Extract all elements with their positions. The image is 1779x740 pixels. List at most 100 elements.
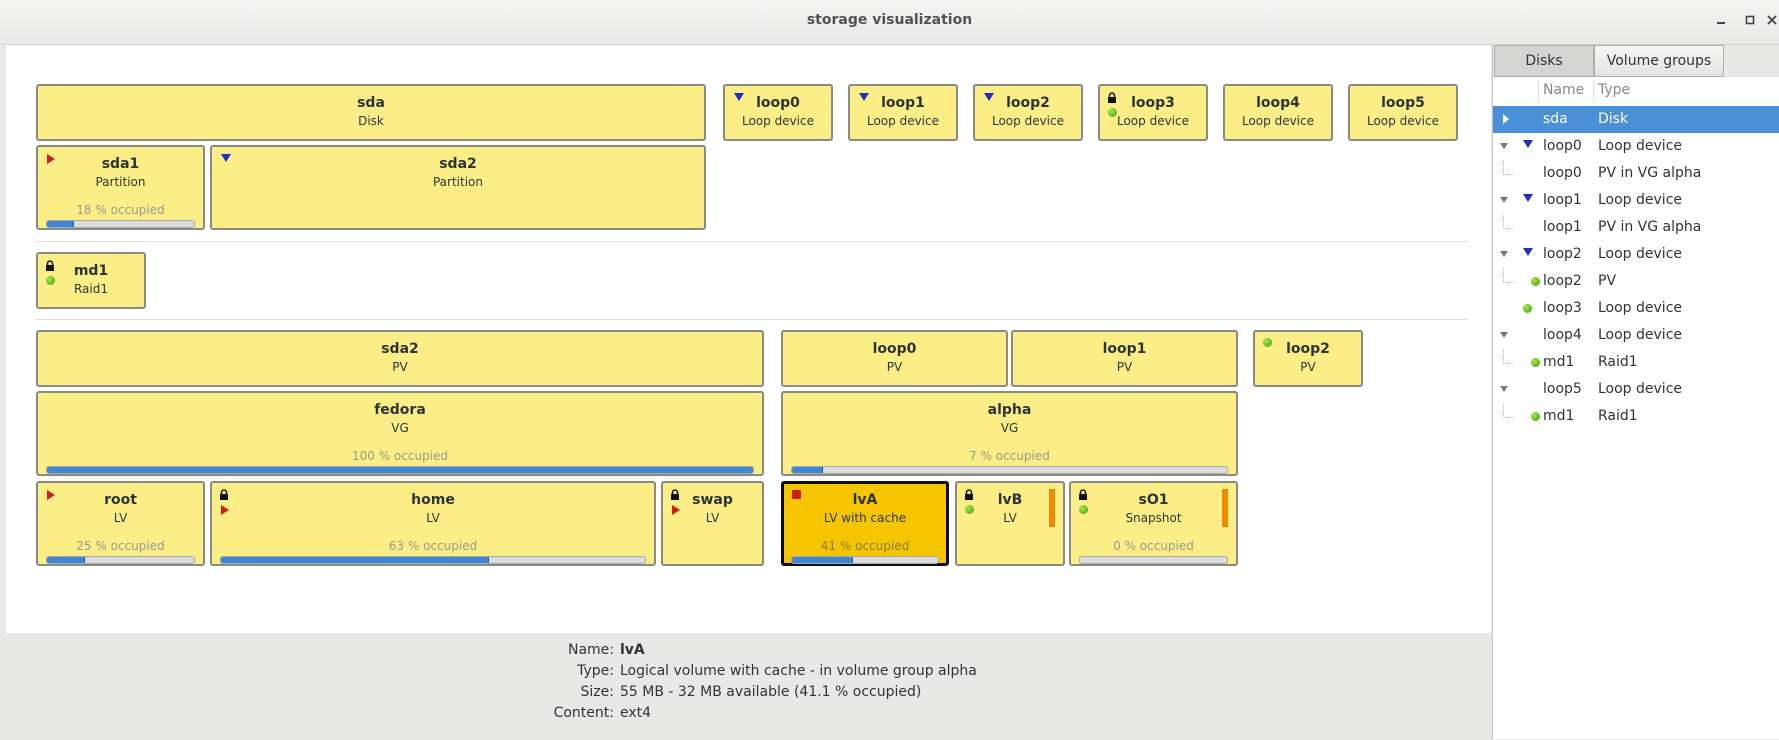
usage-bar [791, 466, 1228, 474]
block-sda[interactable]: sda Disk [36, 84, 706, 141]
maximize-icon [1745, 15, 1755, 25]
row-name: loop3 [1543, 300, 1582, 316]
block-type: LV [1003, 511, 1017, 525]
block-type: LV [705, 511, 720, 525]
block-loop4[interactable]: loop4 Loop device [1223, 84, 1333, 141]
expander-down-icon[interactable] [1500, 143, 1508, 149]
occupied-label: 63 % occupied [388, 539, 478, 553]
detail-name-row: Name: lvA [520, 640, 977, 661]
tree-row[interactable]: loop3 Loop device [1493, 295, 1779, 322]
details-panel: Name: lvA Type: Logical volume with cache … [520, 640, 977, 724]
row-type: Loop device [1598, 300, 1683, 316]
tree-row[interactable]: sda Disk [1493, 106, 1779, 133]
row-name: loop2 [1543, 246, 1582, 262]
tree-row[interactable]: loop0 Loop device [1493, 133, 1779, 160]
block-name: sda1 [101, 156, 140, 172]
block-type: Loop device [1366, 114, 1439, 128]
tree-row[interactable]: loop4 Loop device [1493, 322, 1779, 349]
block-md1[interactable]: md1 Raid1 [36, 252, 146, 309]
tree-row[interactable]: loop1 Loop device [1493, 187, 1779, 214]
visualization-canvas: sda Disk loop0 Loop device loop1 Loop de… [6, 45, 1491, 633]
block-type: Raid1 [73, 282, 108, 296]
tab-volume-groups[interactable]: Volume groups [1594, 45, 1724, 77]
detail-name-value: lvA [620, 642, 645, 658]
tree-row[interactable]: md1 Raid1 [1493, 403, 1779, 430]
block-name: loop3 [1131, 95, 1175, 111]
block-name: loop2 [1006, 95, 1050, 111]
block-name: sda2 [439, 156, 477, 172]
expander-right-icon[interactable] [1503, 114, 1509, 124]
block-pv-loop1[interactable]: loop1 PV [1011, 330, 1238, 387]
row-name: loop1 [1543, 192, 1582, 208]
detail-content-value: ext4 [620, 705, 652, 721]
window-title: storage visualization [806, 12, 973, 28]
tree-line [1503, 214, 1514, 229]
block-loop0[interactable]: loop0 Loop device [723, 84, 833, 141]
usage-fill [792, 467, 824, 473]
expander-down-icon[interactable] [1500, 332, 1508, 338]
tree-line [1503, 160, 1514, 175]
tree-row[interactable]: loop5 Loop device [1493, 376, 1779, 403]
block-loop1[interactable]: loop1 Loop device [848, 84, 958, 141]
expander-down-icon[interactable] [1500, 251, 1508, 257]
block-type: LV [113, 511, 128, 525]
block-pv-loop2[interactable]: loop2 PV [1253, 330, 1363, 387]
green-dot-icon [1523, 304, 1532, 313]
row-name: loop0 [1543, 138, 1582, 154]
block-name: loop5 [1381, 95, 1425, 111]
row-name: md1 [1543, 408, 1575, 424]
column-header-name[interactable]: Name [1543, 82, 1584, 98]
block-pv-sda2[interactable]: sda2 PV [36, 330, 764, 387]
minimize-button[interactable] [1709, 10, 1733, 34]
block-name: lvA [852, 492, 878, 508]
usage-bar [46, 466, 754, 474]
row-name: loop1 [1543, 219, 1582, 235]
device-tree-panel: Disks Volume groups Name Type sda Disk l… [1492, 45, 1779, 739]
tree-row[interactable]: loop2 PV [1493, 268, 1779, 295]
usage-fill [47, 467, 753, 473]
occupied-label: 25 % occupied [76, 539, 165, 553]
row-type: Loop device [1598, 192, 1683, 208]
block-pv-loop0[interactable]: loop0 PV [781, 330, 1008, 387]
block-lv-lvA[interactable]: lvA LV with cache 41 % occupied [781, 481, 949, 566]
usage-bar [46, 220, 195, 228]
usage-fill [221, 557, 490, 563]
row-type: Disk [1598, 111, 1629, 127]
block-loop2[interactable]: loop2 Loop device [973, 84, 1083, 141]
block-lv-s01[interactable]: sO1 Snapshot 0 % occupied [1069, 481, 1238, 566]
block-type: Loop device [741, 114, 814, 128]
block-name: swap [692, 492, 733, 508]
block-type: Snapshot [1125, 511, 1182, 525]
row-type: Loop device [1598, 246, 1683, 262]
close-button[interactable] [1760, 10, 1779, 34]
block-name: loop2 [1286, 341, 1330, 357]
tree-row[interactable]: md1 Raid1 [1493, 349, 1779, 376]
block-loop3[interactable]: loop3 Loop device [1098, 84, 1208, 141]
usage-bar [46, 556, 195, 564]
expander-down-icon[interactable] [1500, 197, 1508, 203]
block-lv-home[interactable]: home LV 63 % occupied [210, 481, 656, 566]
block-lv-lvB[interactable]: lvB LV [955, 481, 1065, 566]
block-type: PV [886, 360, 903, 374]
detail-type-value: Logical volume with cache - in volume gr… [620, 663, 977, 679]
block-vg-alpha[interactable]: alpha VG 7 % occupied [781, 391, 1238, 476]
block-vg-fedora[interactable]: fedora VG 100 % occupied [36, 391, 764, 476]
block-lv-swap[interactable]: swap LV [661, 481, 764, 566]
tab-bar: Disks Volume groups [1493, 45, 1779, 77]
expander-down-icon[interactable] [1500, 386, 1508, 392]
block-lv-root[interactable]: root LV 25 % occupied [36, 481, 205, 566]
tree-row[interactable]: loop1 PV in VG alpha [1493, 214, 1779, 241]
usage-fill [792, 557, 853, 563]
tree-row[interactable]: loop2 Loop device [1493, 241, 1779, 268]
tree-line [1503, 268, 1514, 283]
block-loop5[interactable]: loop5 Loop device [1348, 84, 1458, 141]
column-header-type[interactable]: Type [1598, 82, 1630, 98]
separator [36, 319, 1468, 320]
maximize-button[interactable] [1738, 10, 1762, 34]
usage-fill [47, 221, 75, 227]
block-sda2-partition[interactable]: sda2 Partition [210, 145, 706, 230]
tab-disks[interactable]: Disks [1494, 45, 1594, 77]
block-type: Loop device [1116, 114, 1189, 128]
tree-row[interactable]: loop0 PV in VG alpha [1493, 160, 1779, 187]
block-sda1[interactable]: sda1 Partition 18 % occupied [36, 145, 205, 230]
